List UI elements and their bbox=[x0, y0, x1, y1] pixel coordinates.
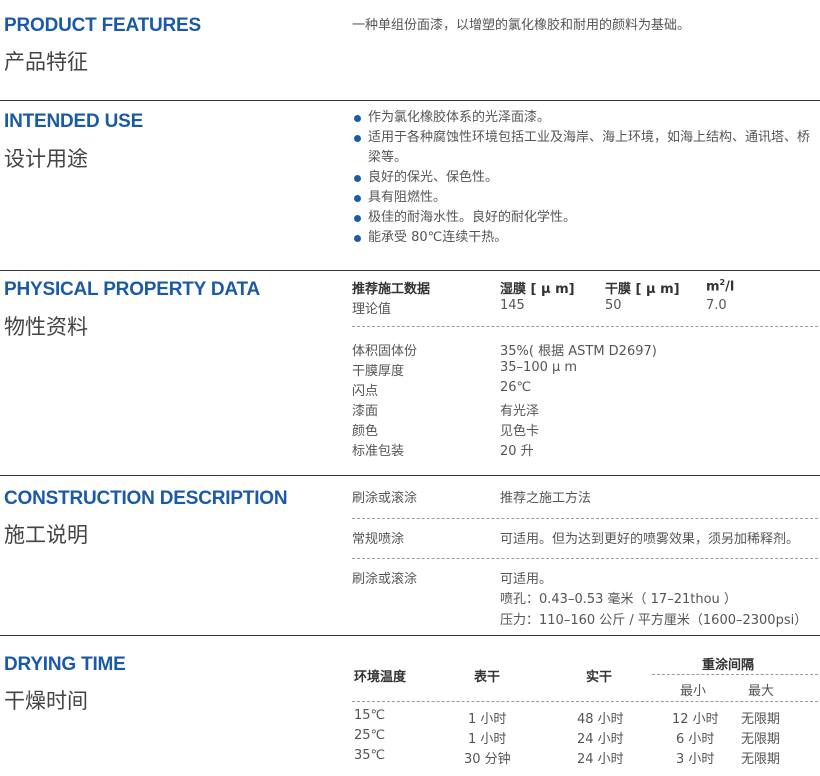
theoretical-coverage: 7.0 bbox=[706, 298, 727, 313]
construction-section: CONSTRUCTION DESCRIPTION 施工说明 刷涂或滚涂 推荐之施… bbox=[0, 475, 820, 636]
method-desc: 推荐之施工方法 bbox=[500, 491, 592, 506]
row-temp: 25℃ bbox=[354, 728, 386, 743]
prop-label: 漆面 bbox=[352, 404, 379, 419]
row-temp: 15℃ bbox=[354, 708, 386, 723]
drying-title-cn: 干燥时间 bbox=[4, 689, 88, 713]
coverage-unit-base: m bbox=[706, 279, 720, 295]
row-max: 无限期 bbox=[741, 732, 781, 747]
theoretical-wet: 145 bbox=[500, 298, 525, 313]
method-label: 刷涂或滚涂 bbox=[352, 491, 418, 506]
method-desc: 可适用。但为达到更好的喷雾效果，须另加稀释剂。 bbox=[500, 532, 800, 547]
method-desc: 可适用。 bbox=[500, 572, 553, 587]
prop-value: 见色卡 bbox=[500, 424, 540, 439]
spray-pressure: 压力：110–160 公斤 / 平方厘米（1600–2300psi） bbox=[500, 613, 808, 628]
header-coverage: m2/l bbox=[706, 278, 734, 294]
prop-value: 26℃ bbox=[500, 380, 532, 395]
list-item: 极佳的耐海水性。良好的耐化学性。 bbox=[352, 208, 818, 228]
row-surface: 1 小时 bbox=[468, 712, 507, 727]
method-label: 刷涂或滚涂 bbox=[352, 572, 418, 587]
list-item: 作为氯化橡胶体系的光泽面漆。 bbox=[352, 108, 818, 128]
header-hard-dry: 实干 bbox=[586, 670, 613, 685]
row-hard: 24 小时 bbox=[577, 732, 624, 747]
list-item: 适用于各种腐蚀性环境包括工业及海岸、海上环境，如海上结构、通讯塔、桥梁等。 bbox=[352, 128, 818, 168]
row-temp: 35℃ bbox=[354, 748, 386, 763]
construction-title-cn: 施工说明 bbox=[4, 523, 88, 547]
theoretical-label: 理论值 bbox=[352, 302, 392, 317]
divider bbox=[652, 674, 818, 675]
header-application-data: 推荐施工数据 bbox=[352, 282, 431, 297]
drying-title-en: DRYING TIME bbox=[4, 654, 126, 675]
header-max: 最大 bbox=[748, 684, 775, 699]
divider bbox=[352, 701, 818, 702]
header-temperature: 环境温度 bbox=[354, 670, 407, 685]
spray-nozzle: 喷孔：0.43–0.53 毫米（ 17–21thou ） bbox=[500, 592, 737, 607]
theoretical-dry: 50 bbox=[605, 298, 622, 313]
prop-value: 有光泽 bbox=[500, 404, 540, 419]
row-max: 无限期 bbox=[741, 712, 781, 727]
row-min: 6 小时 bbox=[676, 732, 715, 747]
features-text: 一种单组份面漆，以增塑的氯化橡胶和耐用的颜料为基础。 bbox=[352, 18, 691, 33]
method-label: 常规喷涂 bbox=[352, 532, 405, 547]
intended-use-title-cn: 设计用途 bbox=[4, 147, 88, 171]
prop-label: 干膜厚度 bbox=[352, 364, 405, 379]
row-hard: 24 小时 bbox=[577, 752, 624, 767]
row-surface: 1 小时 bbox=[468, 732, 507, 747]
prop-label: 闪点 bbox=[352, 384, 379, 399]
intended-use-section: INTENDED USE 设计用途 作为氯化橡胶体系的光泽面漆。 适用于各种腐蚀… bbox=[0, 100, 820, 271]
prop-value: 20 升 bbox=[500, 444, 534, 459]
header-surface-dry: 表干 bbox=[474, 670, 501, 685]
features-section: PRODUCT FEATURES 产品特征 一种单组份面漆，以增塑的氯化橡胶和耐… bbox=[0, 0, 820, 100]
row-max: 无限期 bbox=[741, 752, 781, 767]
prop-label: 颜色 bbox=[352, 424, 379, 439]
features-title-en: PRODUCT FEATURES bbox=[4, 15, 202, 36]
header-dry-film: 干膜 [ μ m] bbox=[605, 282, 680, 297]
prop-value: 35%( 根据 ASTM D2697) bbox=[500, 344, 657, 359]
divider bbox=[352, 326, 818, 327]
header-wet-film: 湿膜 [ μ m] bbox=[500, 282, 575, 297]
prop-value: 35–100 μ m bbox=[500, 360, 578, 375]
drying-section: DRYING TIME 干燥时间 环境温度 表干 实干 重涂间隔 最小 最大 1… bbox=[0, 635, 820, 776]
header-min: 最小 bbox=[680, 684, 707, 699]
list-item: 能承受 80℃连续干热。 bbox=[352, 228, 818, 248]
divider bbox=[352, 518, 818, 519]
coverage-unit-tail: /l bbox=[725, 279, 735, 295]
intended-use-title-en: INTENDED USE bbox=[4, 111, 144, 132]
header-recoat-interval: 重涂间隔 bbox=[702, 658, 755, 673]
physical-title-en: PHYSICAL PROPERTY DATA bbox=[4, 279, 261, 300]
list-item: 具有阻燃性。 bbox=[352, 188, 818, 208]
row-surface: 30 分钟 bbox=[464, 752, 511, 767]
divider bbox=[352, 558, 818, 559]
physical-section: PHYSICAL PROPERTY DATA 物性资料 推荐施工数据 湿膜 [ … bbox=[0, 270, 820, 476]
construction-title-en: CONSTRUCTION DESCRIPTION bbox=[4, 488, 288, 509]
prop-label: 体积固体份 bbox=[352, 344, 418, 359]
row-hard: 48 小时 bbox=[577, 712, 624, 727]
row-min: 3 小时 bbox=[676, 752, 715, 767]
row-min: 12 小时 bbox=[672, 712, 719, 727]
list-item: 良好的保光、保色性。 bbox=[352, 168, 818, 188]
intended-use-list: 作为氯化橡胶体系的光泽面漆。 适用于各种腐蚀性环境包括工业及海岸、海上环境，如海… bbox=[352, 108, 818, 248]
physical-title-cn: 物性资料 bbox=[4, 315, 88, 339]
prop-label: 标准包装 bbox=[352, 444, 405, 459]
features-title-cn: 产品特征 bbox=[4, 50, 88, 74]
